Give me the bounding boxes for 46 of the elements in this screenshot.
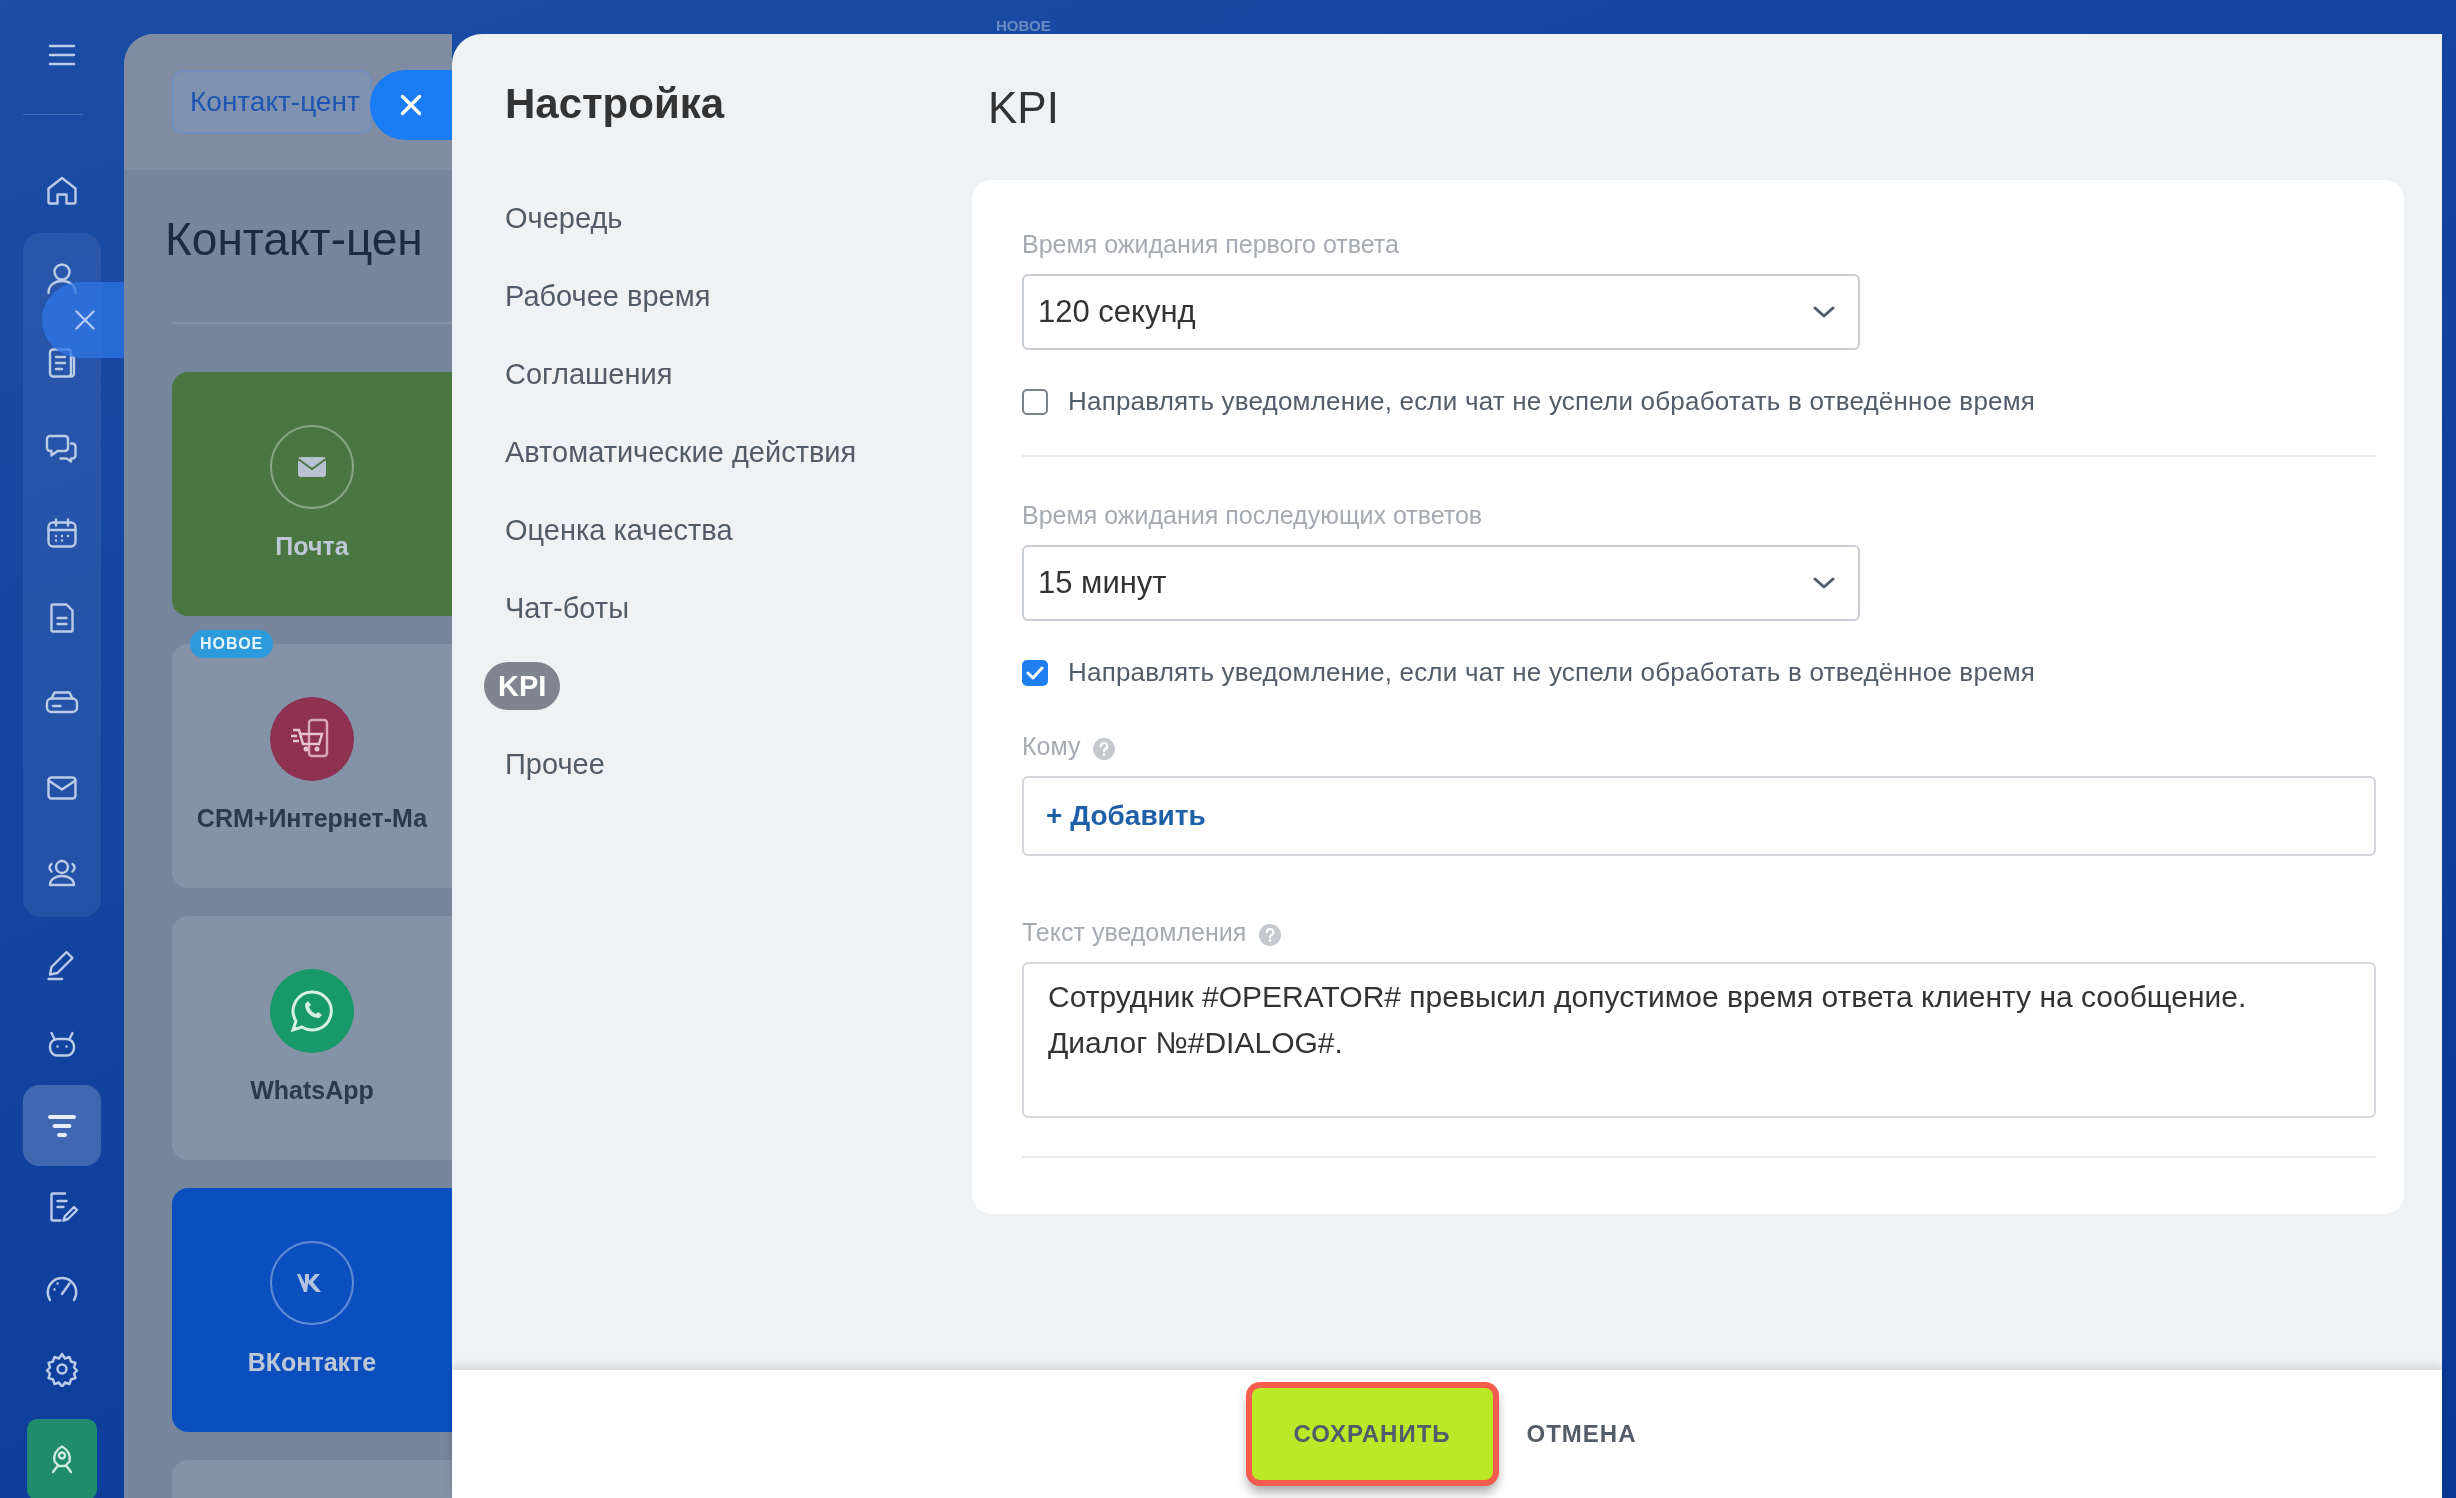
settings-menu-item[interactable]: Чат-боты (484, 584, 650, 632)
recipients-field[interactable]: + Добавить (1022, 776, 2376, 856)
cancel-button[interactable]: ОТМЕНА (1520, 1404, 1643, 1464)
new-label: НОВОЕ (996, 17, 1051, 34)
field-label: Текст уведомления (1022, 917, 1247, 948)
field-label: Время ожидания первого ответа (1022, 229, 1400, 260)
add-link[interactable]: + Добавить (1046, 800, 1206, 832)
channel-card[interactable]: ВКонтакте (172, 1188, 452, 1432)
field-label: Кому (1022, 731, 1081, 762)
close-tooltip[interactable] (42, 282, 124, 358)
settings-menu-item[interactable]: Очередь (484, 194, 644, 242)
logo-icon (269, 1240, 355, 1326)
settings-menu-item[interactable]: Автоматические действия (484, 428, 878, 476)
textarea-field[interactable]: Сотрудник #OPERATOR# превысил допустимое время ответа клиенту на сообщение. Диалог №#DIALOG#. (1022, 962, 2376, 1118)
settings-menu-item[interactable]: Прочее (484, 740, 626, 788)
channel-label: ВКонтакте (247, 1348, 377, 1377)
channel-label: WhatsApp (250, 1076, 374, 1105)
channel-card[interactable]: Почта (172, 372, 452, 616)
checkbox-label: Направлять уведомление, если чат не успели обработать в отведённое время (1068, 657, 2036, 688)
rocket-button[interactable] (27, 1419, 97, 1498)
close-button[interactable] (370, 70, 452, 140)
select-field[interactable]: 120 секунд (1022, 274, 1860, 350)
settings-icon (44, 1350, 80, 1387)
nav-button[interactable] (23, 1085, 101, 1166)
checkmark-icon (1026, 665, 1044, 680)
envelope-icon (269, 424, 355, 510)
channel-label: Почта (275, 532, 349, 561)
settings-title: Настройка (505, 79, 726, 129)
checkbox[interactable] (1022, 388, 1048, 415)
chevron-down-icon (1812, 575, 1836, 591)
section-title: KPI (988, 82, 1060, 134)
settings-menu-item[interactable]: Соглашения (484, 350, 694, 398)
checkbox[interactable] (1022, 659, 1048, 686)
settings-menu-item[interactable]: Рабочее время (484, 272, 732, 320)
shopping-cart-icon (269, 696, 355, 782)
field-label: Время ожидания последующих ответов (1022, 500, 1484, 531)
chevron-down-icon (1812, 304, 1836, 320)
select-field[interactable]: 15 минут (1022, 545, 1860, 621)
new-badge: НОВОЕ (190, 630, 274, 658)
settings-menu-item[interactable]: Оценка качества (484, 506, 754, 554)
channel-card[interactable]: WhatsApp (172, 916, 452, 1160)
checkbox-label: Направлять уведомление, если чат не успели обработать в отведённое время (1068, 386, 2036, 417)
settings-menu-item[interactable]: KPI (484, 662, 561, 710)
page-title: Контакт-цен (164, 212, 424, 267)
channel-label: CRM+Интернет-Ма (196, 804, 428, 833)
chat-phone-icon (269, 968, 355, 1054)
